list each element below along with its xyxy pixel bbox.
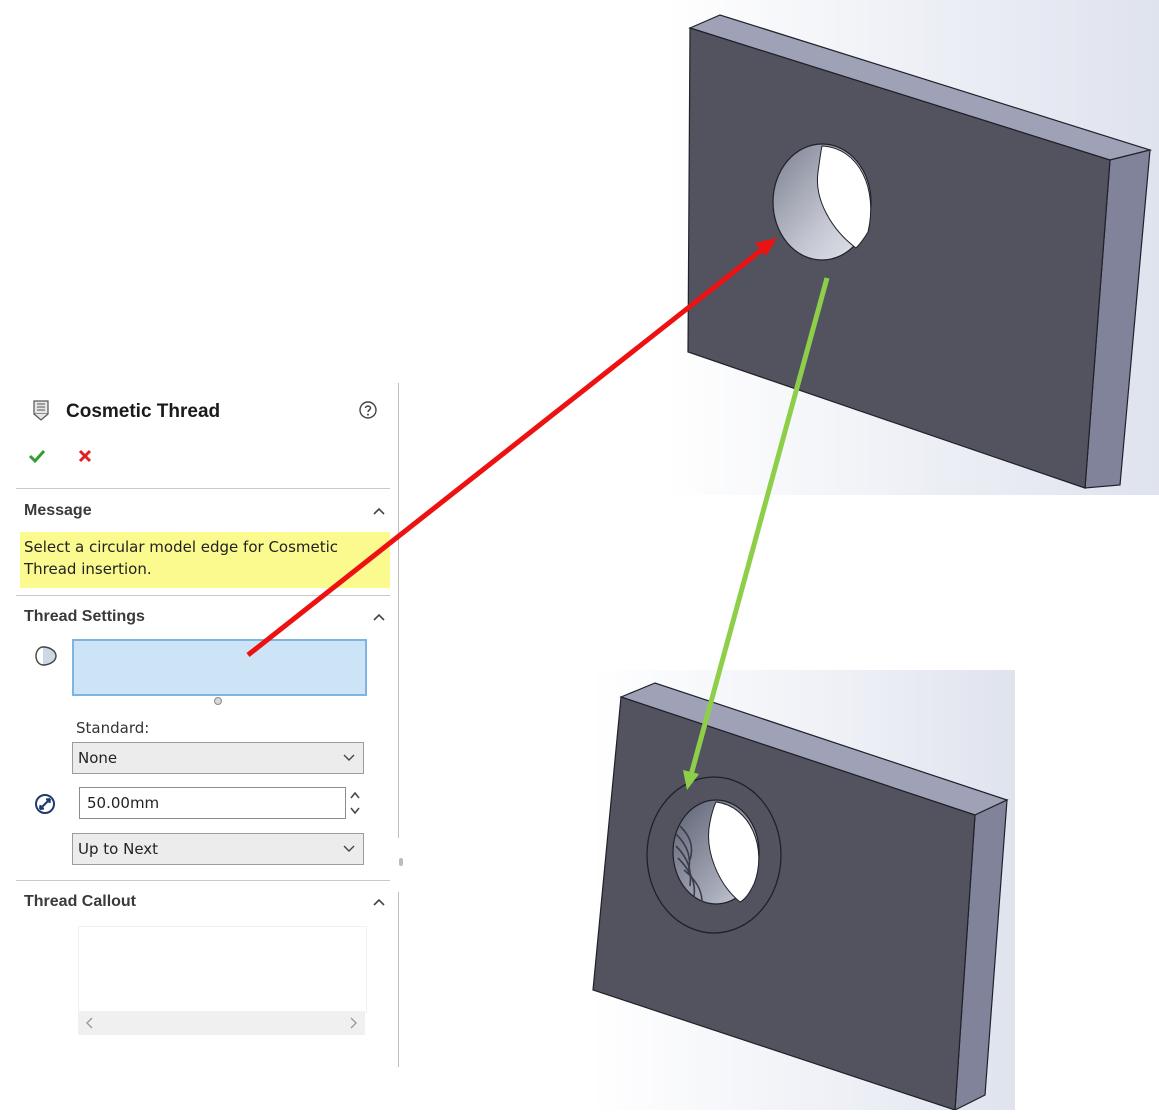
- standard-select-value: None: [78, 749, 118, 767]
- message-text: Select a circular model edge for Cosmeti…: [24, 538, 339, 578]
- cancel-button[interactable]: [74, 445, 96, 467]
- end-condition-select[interactable]: Up to Next: [72, 833, 364, 865]
- end-condition-value: Up to Next: [78, 840, 159, 858]
- panel-border: [398, 383, 399, 838]
- standard-label: Standard:: [76, 719, 150, 737]
- message-box: Select a circular model edge for Cosmeti…: [20, 532, 390, 588]
- panel-header: Cosmetic Thread: [14, 383, 398, 443]
- chevron-up-icon[interactable]: [372, 612, 386, 622]
- cosmetic-thread-icon: [33, 400, 49, 421]
- thread-settings-section-title: Thread Settings: [24, 608, 145, 625]
- panel-border: [398, 892, 399, 1067]
- scroll-right-icon[interactable]: [347, 1016, 359, 1030]
- spin-down-icon[interactable]: [348, 804, 362, 818]
- checkmark-icon: [28, 449, 46, 464]
- model-view-threaded-hole[interactable]: [590, 670, 1015, 1110]
- circular-edge-icon: [35, 646, 57, 666]
- help-icon[interactable]: [359, 401, 377, 419]
- thread-callout-textbox[interactable]: [78, 926, 367, 1013]
- edge-selection-box[interactable]: [72, 639, 367, 696]
- panel-title: Cosmetic Thread: [66, 401, 221, 422]
- diameter-input[interactable]: 50.00mm: [79, 787, 346, 819]
- ok-button[interactable]: [26, 445, 48, 467]
- panel-splitter-handle[interactable]: [399, 858, 403, 866]
- chevron-down-icon: [343, 845, 355, 852]
- diameter-icon: [35, 794, 55, 814]
- standard-select[interactable]: None: [72, 742, 364, 774]
- close-icon: [78, 449, 92, 463]
- divider: [16, 595, 390, 596]
- message-section-title: Message: [24, 502, 92, 519]
- chevron-up-icon[interactable]: [372, 897, 386, 907]
- chevron-down-icon: [343, 754, 355, 761]
- diameter-value: 50.00mm: [87, 794, 160, 812]
- spin-up-icon[interactable]: [348, 788, 362, 802]
- scroll-left-icon[interactable]: [84, 1016, 96, 1030]
- property-manager-panel: Cosmetic Thread Message Select a circula…: [14, 383, 398, 1066]
- chevron-up-icon[interactable]: [372, 506, 386, 516]
- divider: [16, 488, 390, 489]
- model-view-plain-hole[interactable]: [664, 0, 1159, 495]
- divider: [16, 880, 390, 881]
- horizontal-scrollbar[interactable]: [78, 1011, 365, 1035]
- thread-callout-section-title: Thread Callout: [24, 893, 137, 910]
- resize-grip[interactable]: [214, 697, 222, 705]
